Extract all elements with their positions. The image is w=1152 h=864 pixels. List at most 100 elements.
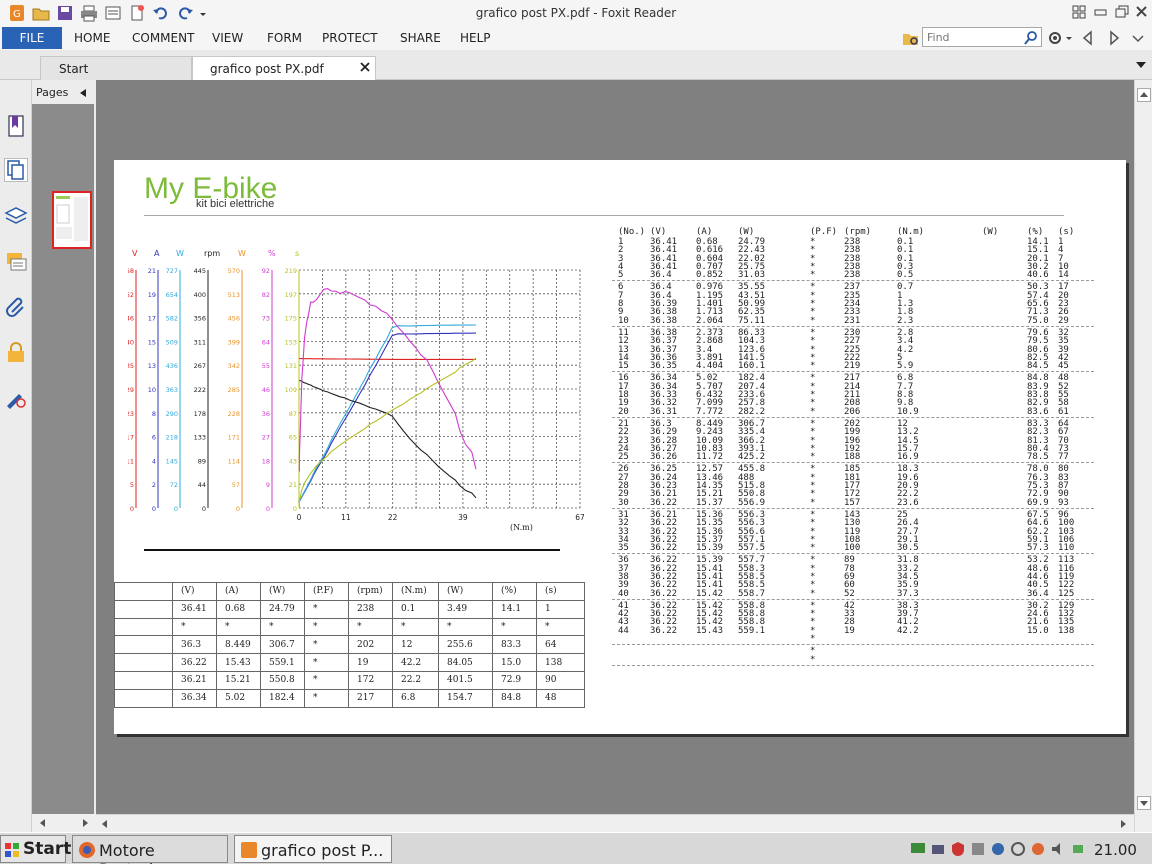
summary-cell: * [348,617,393,637]
y-tick-label: 356 [194,315,206,323]
raw-table-cell: * [810,406,816,417]
summary-cell: * [492,617,537,637]
tray-security-icon[interactable] [1030,841,1046,857]
horizontal-scrollbar[interactable] [96,814,1134,832]
y-tick-label: 21 [148,267,156,275]
raw-table-row: * [612,647,1094,656]
tray-app-icon[interactable] [970,841,986,857]
start-button[interactable]: Start [0,835,71,863]
search-folder-icon[interactable] [902,29,920,47]
tab-start[interactable]: Start [40,56,192,80]
restore-button[interactable] [1113,4,1131,20]
summary-row: 36.22 15.43 559.1 * 19 42.2 84.05 15.0 138 [114,653,585,672]
summary-cell: 238 [348,599,393,619]
bookmark-icon[interactable] [4,114,28,138]
next-arrow-icon[interactable] [1106,29,1122,47]
menu-help[interactable]: HELP [460,31,491,45]
y-tick-label: 400 [194,291,206,299]
raw-table-separator [612,462,1094,464]
find-input[interactable] [927,30,1023,45]
panel-collapse-icon[interactable] [78,87,88,97]
y-tick-label: 9 [266,481,270,489]
tab-list-dropdown-icon[interactable] [1134,58,1148,72]
raw-table-cell: 30.5 [897,543,919,554]
y-tick-label: 582 [166,315,178,323]
menu-view[interactable]: VIEW [212,31,243,45]
raw-table-cell: 42.2 [897,625,919,636]
summary-cell: 42.2 [392,653,439,672]
raw-table-row: * [612,655,1094,664]
menu-protect[interactable]: PROTECT [322,31,378,45]
raw-table-cell: 16.9 [897,452,919,463]
thumbnail-horizontal-scrollbar[interactable] [32,814,96,832]
raw-table-cell: * [810,497,816,508]
summary-cell [114,653,173,672]
summary-cell [114,599,173,619]
x-axis-label: (N.m) [510,523,533,532]
series-line [298,288,477,472]
find-box[interactable] [922,27,1042,47]
y-tick-label: 44 [198,481,206,489]
close-button[interactable] [1133,4,1151,20]
raw-table-cell: 93 [1058,497,1069,508]
menu-home[interactable]: HOME [74,31,110,45]
summary-cell: 15.21 [216,670,261,690]
scroll-right-arrow-icon[interactable] [1116,817,1130,831]
thumb-scroll-right-icon[interactable] [78,816,92,830]
scroll-down-arrow-icon[interactable] [1137,796,1151,810]
taskbar-firefox[interactable]: Motore Posterio... [72,835,228,864]
tray-power-icon[interactable] [1070,841,1086,857]
previous-arrow-icon[interactable] [1080,29,1096,47]
y-tick-label: 13 [148,362,156,370]
pages-thumbnail-icon[interactable] [4,158,28,182]
menu-comment[interactable]: COMMENT [132,31,194,45]
summary-cell: * [304,599,349,619]
summary-cell: * [304,670,349,690]
raw-table-row: 30 36.22 15.37 556.9 * 157 23.6 69.9 93 [612,497,1094,508]
signature-icon[interactable] [4,386,28,410]
attachment-icon[interactable] [4,294,28,318]
tray-bluetooth-icon[interactable] [990,841,1006,857]
raw-table-cell: 37.3 [897,588,919,599]
minimize-button[interactable] [1092,4,1110,20]
y-tick-label: 73 [262,315,270,323]
thumb-scroll-left-icon[interactable] [36,816,50,830]
raw-table-cell: 188 [844,452,861,463]
layers-icon[interactable] [4,204,28,228]
security-lock-icon[interactable] [4,340,28,364]
settings-gear-icon[interactable] [1047,29,1073,47]
scroll-up-arrow-icon[interactable] [1137,88,1151,102]
tray-speaker-icon[interactable] [1050,841,1066,857]
tray-network-icon[interactable] [930,841,946,857]
tray-shield-icon[interactable] [950,841,966,857]
raw-table-cell: 44 [618,625,629,636]
ribbon-collapse-icon[interactable] [1130,29,1146,47]
tab-close-icon[interactable] [359,61,371,73]
tab-document[interactable]: grafico post PX.pdf [192,56,376,80]
summary-cell: 202 [348,635,393,655]
brand-tagline: kit bici elettriche [196,198,275,210]
summary-cell [114,670,173,690]
raw-table-separator [612,507,1094,509]
file-menu-button[interactable]: FILE [2,27,62,49]
fullscreen-icon[interactable] [1070,4,1088,20]
raw-table-cell: 15.39 [696,543,724,554]
scroll-left-arrow-icon[interactable] [98,817,112,831]
comments-icon[interactable] [4,250,28,274]
raw-table-cell: 57.3 [1027,543,1049,554]
page-thumbnail[interactable] [52,191,92,249]
y-tick-label: 197 [285,291,297,299]
taskbar-foxit[interactable]: grafico post P... [234,835,392,863]
summary-cell: 3.49 [438,599,493,619]
raw-table-cell: 36.4 [650,270,672,281]
raw-table-cell: 15.37 [696,497,724,508]
tray-monitor-icon[interactable] [910,841,926,857]
menu-form[interactable]: FORM [267,31,302,45]
vertical-scrollbar[interactable] [1134,80,1152,832]
menu-share[interactable]: SHARE [400,31,441,45]
y-tick-label: 456 [228,315,240,323]
search-icon[interactable] [1023,30,1039,46]
raw-table-cell: 61 [1058,406,1069,417]
tray-sync-icon[interactable] [1010,841,1026,857]
tab-document-label: grafico post PX.pdf [210,62,324,76]
